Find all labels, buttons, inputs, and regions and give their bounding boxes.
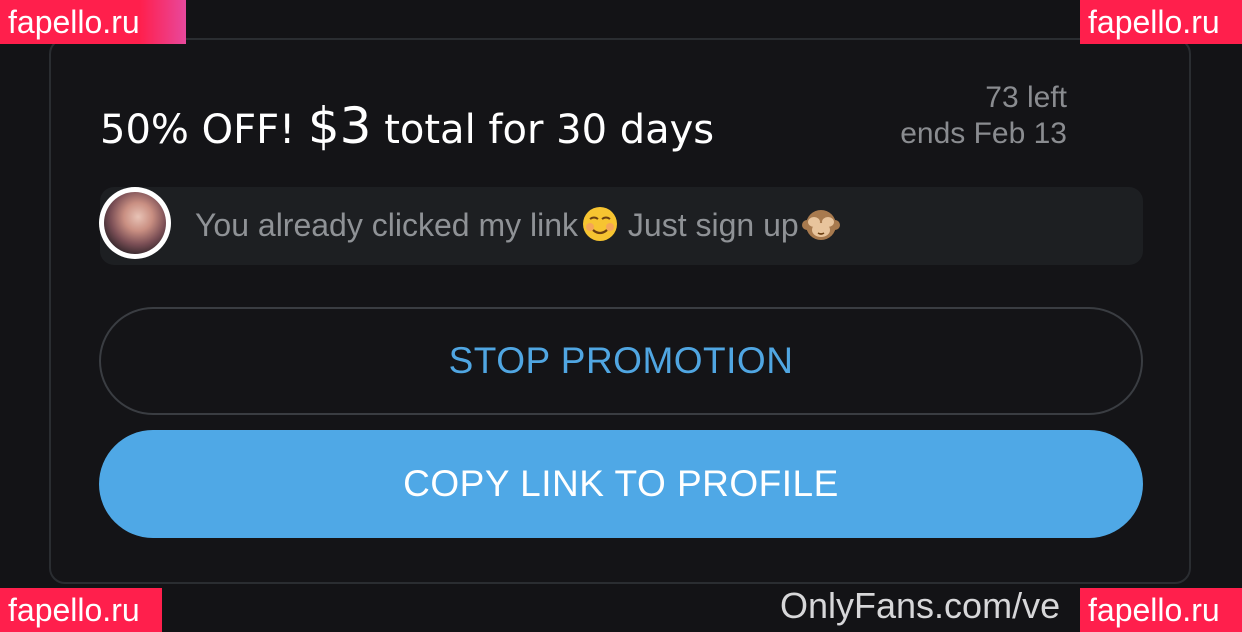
stop-promotion-button[interactable]: STOP PROMOTION bbox=[99, 307, 1143, 415]
discount-label: 50% OFF! bbox=[100, 107, 296, 153]
footer-url: OnlyFans.com/ve bbox=[780, 585, 1061, 626]
promotion-title: 50% OFF! $3 total for 30 days bbox=[100, 96, 714, 160]
end-date: ends Feb 13 bbox=[900, 117, 1067, 150]
promotion-message: You already clicked my link Just sign up bbox=[195, 203, 840, 247]
smiling-face-icon bbox=[581, 205, 619, 243]
promotion-meta: 73 left ends Feb 13 bbox=[900, 80, 1067, 152]
price-label: $3 bbox=[307, 97, 372, 155]
message-text-part1: You already clicked my link bbox=[195, 207, 578, 243]
watermark-top-right: fapello.ru bbox=[1080, 0, 1242, 44]
copy-link-button[interactable]: COPY LINK TO PROFILE bbox=[99, 430, 1143, 538]
watermark-bottom-left: fapello.ru bbox=[0, 588, 162, 632]
see-no-evil-monkey-icon bbox=[801, 205, 840, 243]
watermark-top-left: fapello.ru bbox=[0, 0, 186, 44]
watermark-bottom-right: fapello.ru bbox=[1080, 588, 1242, 632]
remaining-count: 73 left bbox=[985, 81, 1067, 114]
message-text-part2: Just sign up bbox=[619, 207, 799, 243]
avatar-image bbox=[104, 192, 166, 254]
duration-label: total for 30 days bbox=[384, 107, 715, 153]
avatar[interactable] bbox=[99, 187, 171, 259]
promotion-screen: 50% OFF! $3 total for 30 days 73 left en… bbox=[0, 0, 1242, 632]
